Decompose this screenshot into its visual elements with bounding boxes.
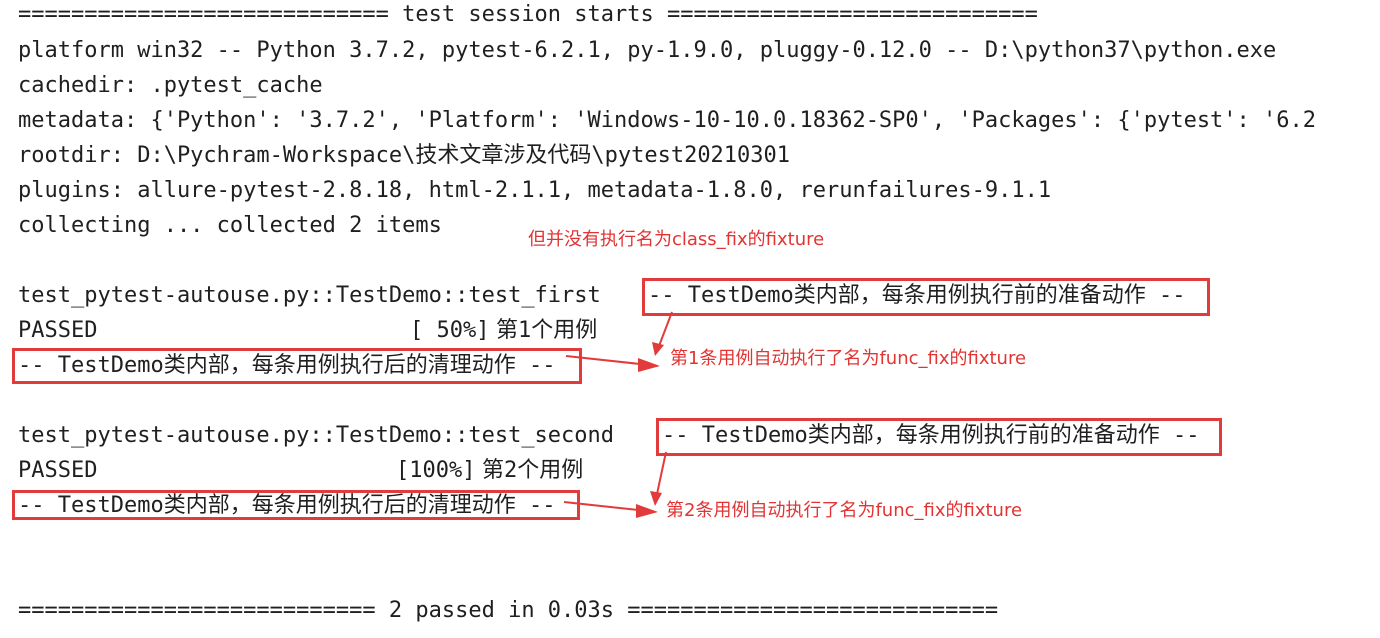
test-second-output: 第2个用例	[482, 458, 584, 483]
arrow-icon	[650, 451, 667, 506]
test-second-progress: [100%]	[396, 458, 476, 483]
platform-line: platform win32 -- Python 3.7.2, pytest-6…	[18, 38, 1277, 63]
session-start-line: ============================ test sessio…	[18, 2, 1038, 27]
collecting-line: collecting ... collected 2 items	[18, 213, 442, 238]
metadata-line: metadata: {'Python': '3.7.2', 'Platform'…	[18, 108, 1317, 133]
annotation-second-case: 第2条用例自动执行了名为func_fix的fixture	[666, 500, 1023, 521]
test-second-status: PASSED	[18, 458, 98, 483]
test-first-output: 第1个用例	[496, 318, 598, 343]
test-first-progress: [ 50%]	[410, 318, 490, 343]
cachedir-line: cachedir: .pytest_cache	[18, 73, 323, 98]
test-second-nodeid: test_pytest-autouse.py::TestDemo::test_s…	[18, 423, 615, 448]
arrow-icon	[652, 311, 673, 356]
plugins-line: plugins: allure-pytest-2.8.18, html-2.1.…	[18, 178, 1052, 203]
rootdir-line: rootdir: D:\Pychram-Workspace\技术文章涉及代码\p…	[18, 143, 791, 168]
summary-line: =========================== 2 passed in …	[18, 598, 999, 623]
test-first-setup-message: -- TestDemo类内部，每条用例执行前的准备动作 --	[648, 283, 1186, 308]
test-first-teardown-message: -- TestDemo类内部，每条用例执行后的清理动作 --	[18, 353, 556, 378]
annotation-no-class-fix: 但并没有执行名为class_fix的fixture	[528, 229, 825, 250]
annotation-first-case: 第1条用例自动执行了名为func_fix的fixture	[670, 348, 1027, 369]
test-first-status: PASSED	[18, 318, 98, 343]
test-second-teardown-message: -- TestDemo类内部，每条用例执行后的清理动作 --	[18, 493, 556, 518]
test-second-setup-message: -- TestDemo类内部，每条用例执行前的准备动作 --	[662, 423, 1200, 448]
test-first-nodeid: test_pytest-autouse.py::TestDemo::test_f…	[18, 283, 601, 308]
